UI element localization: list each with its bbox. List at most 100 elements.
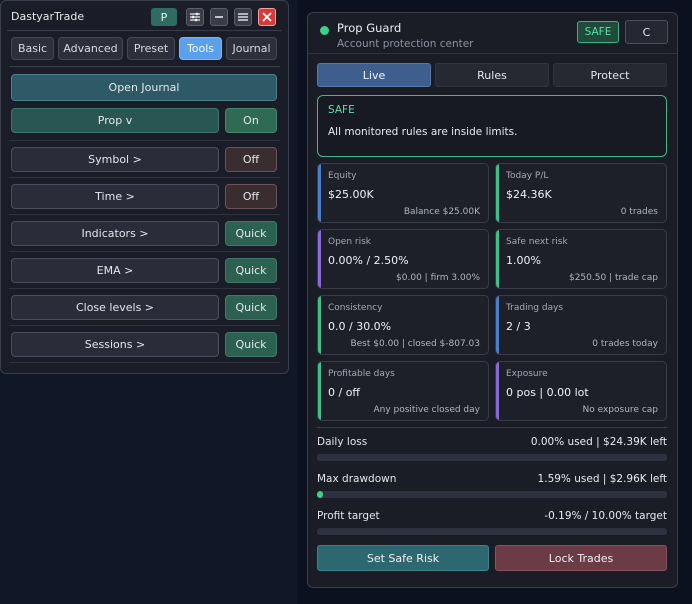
sessions-section-button[interactable]: Sessions >: [11, 332, 219, 357]
close-levels-section-button[interactable]: Close levels >: [11, 295, 219, 320]
prop-guard-panel: Prop Guard Account protection center SAF…: [307, 12, 678, 588]
card-label: Today P/L: [506, 171, 549, 181]
card-safe-next-risk: Safe next risk 1.00% $250.50 | trade cap: [495, 229, 667, 289]
card-accent: [318, 230, 321, 288]
card-subtext: Best $0.00 | closed $-807.03: [350, 339, 480, 349]
max-drawdown-progress-bar: [317, 491, 667, 498]
status-dot-icon: [320, 26, 329, 35]
symbol-section-button[interactable]: Symbol >: [11, 147, 219, 172]
dastyar-trade-panel: DastyarTrade P Basic Advanced Preset Too…: [0, 0, 289, 374]
status-title: SAFE: [328, 104, 355, 116]
row-divider: [9, 288, 280, 289]
profit-target-progress-bar: [317, 528, 667, 535]
profit-target-value: -0.19% / 10.00% target: [544, 510, 667, 522]
card-value: 0.00% / 2.50%: [328, 254, 409, 267]
close-icon[interactable]: [258, 8, 276, 26]
card-open-risk: Open risk 0.00% / 2.50% $0.00 | firm 3.0…: [317, 229, 489, 289]
prop-guard-title: Prop Guard: [337, 21, 402, 35]
indicators-toggle[interactable]: Quick: [225, 221, 277, 246]
menu-icon[interactable]: [234, 8, 252, 26]
daily-loss-label: Daily loss: [317, 436, 368, 448]
profit-target-label: Profit target: [317, 510, 380, 522]
card-value: 1.00%: [506, 254, 541, 267]
max-drawdown-label: Max drawdown: [317, 473, 397, 485]
card-label: Equity: [328, 171, 357, 181]
tab-preset[interactable]: Preset: [127, 37, 175, 60]
row-divider: [9, 177, 280, 178]
time-section-button[interactable]: Time >: [11, 184, 219, 209]
card-subtext: $0.00 | firm 3.00%: [396, 273, 480, 283]
card-label: Exposure: [506, 369, 548, 379]
prop-guard-subtitle: Account protection center: [337, 38, 474, 50]
card-trading-days: Trading days 2 / 3 0 trades today: [495, 295, 667, 355]
card-value: $24.36K: [506, 188, 552, 201]
time-toggle[interactable]: Off: [225, 184, 277, 209]
lock-trades-button[interactable]: Lock Trades: [495, 545, 667, 571]
status-summary-box: SAFE All monitored rules are inside limi…: [317, 95, 667, 157]
ema-toggle[interactable]: Quick: [225, 258, 277, 283]
sessions-toggle[interactable]: Quick: [225, 332, 277, 357]
prop-section-button[interactable]: Prop v: [11, 108, 219, 133]
card-subtext: Any positive closed day: [373, 405, 480, 415]
daily-loss-progress-bar: [317, 454, 667, 461]
card-value: 0.0 / 30.0%: [328, 320, 392, 333]
card-value: 2 / 3: [506, 320, 531, 333]
tab-tools[interactable]: Tools: [179, 37, 222, 60]
tab-live[interactable]: Live: [317, 63, 431, 87]
card-accent: [496, 230, 499, 288]
status-message: All monitored rules are inside limits.: [328, 126, 518, 138]
card-value: 0 / off: [328, 386, 361, 399]
daily-loss-value: 0.00% used | $24.39K left: [530, 436, 667, 448]
max-drawdown-value: 1.59% used | $2.96K left: [537, 473, 667, 485]
panel-title: DastyarTrade: [11, 10, 85, 23]
card-accent: [318, 362, 321, 420]
tab-journal[interactable]: Journal: [226, 37, 277, 60]
tabs-divider: [9, 66, 280, 67]
card-value: 0 pos | 0.00 lot: [506, 386, 589, 399]
card-subtext: $250.50 | trade cap: [568, 273, 658, 283]
cards-divider: [317, 427, 667, 428]
card-accent: [318, 296, 321, 354]
open-journal-button[interactable]: Open Journal: [11, 74, 277, 101]
card-equity: Equity $25.00K Balance $25.00K: [317, 163, 489, 223]
tab-advanced[interactable]: Advanced: [58, 37, 123, 60]
symbol-toggle[interactable]: Off: [225, 147, 277, 172]
ema-section-button[interactable]: EMA >: [11, 258, 219, 283]
card-accent: [496, 362, 499, 420]
row-divider: [9, 140, 280, 141]
row-divider: [9, 214, 280, 215]
card-value: $25.00K: [328, 188, 374, 201]
tab-basic[interactable]: Basic: [11, 37, 54, 60]
set-safe-risk-button[interactable]: Set Safe Risk: [317, 545, 489, 571]
card-label: Trading days: [506, 303, 564, 313]
profile-badge-button[interactable]: P: [151, 8, 177, 26]
header-divider: [7, 30, 282, 31]
row-divider: [9, 325, 280, 326]
card-today-pl: Today P/L $24.36K 0 trades: [495, 163, 667, 223]
prop-toggle[interactable]: On: [225, 108, 277, 133]
close-levels-toggle[interactable]: Quick: [225, 295, 277, 320]
indicators-section-button[interactable]: Indicators >: [11, 221, 219, 246]
card-label: Safe next risk: [506, 237, 568, 247]
sliders-icon[interactable]: [186, 8, 204, 26]
card-consistency: Consistency 0.0 / 30.0% Best $0.00 | clo…: [317, 295, 489, 355]
card-label: Consistency: [328, 303, 383, 313]
card-subtext: 0 trades: [620, 207, 658, 217]
c-button[interactable]: C: [625, 20, 668, 44]
max-drawdown-progress-fill: [317, 491, 323, 498]
row-divider: [9, 251, 280, 252]
header-divider: [308, 53, 677, 54]
card-accent: [496, 164, 499, 222]
card-subtext: No exposure cap: [582, 405, 659, 415]
tab-protect[interactable]: Protect: [553, 63, 667, 87]
minimize-icon[interactable]: [210, 8, 228, 26]
card-label: Profitable days: [328, 369, 395, 379]
tab-rules[interactable]: Rules: [435, 63, 549, 87]
card-accent: [318, 164, 321, 222]
status-badge: SAFE: [577, 21, 619, 43]
card-accent: [496, 296, 499, 354]
card-profitable-days: Profitable days 0 / off Any positive clo…: [317, 361, 489, 421]
card-subtext: Balance $25.00K: [403, 207, 480, 217]
card-exposure: Exposure 0 pos | 0.00 lot No exposure ca…: [495, 361, 667, 421]
row-divider: [9, 362, 280, 363]
